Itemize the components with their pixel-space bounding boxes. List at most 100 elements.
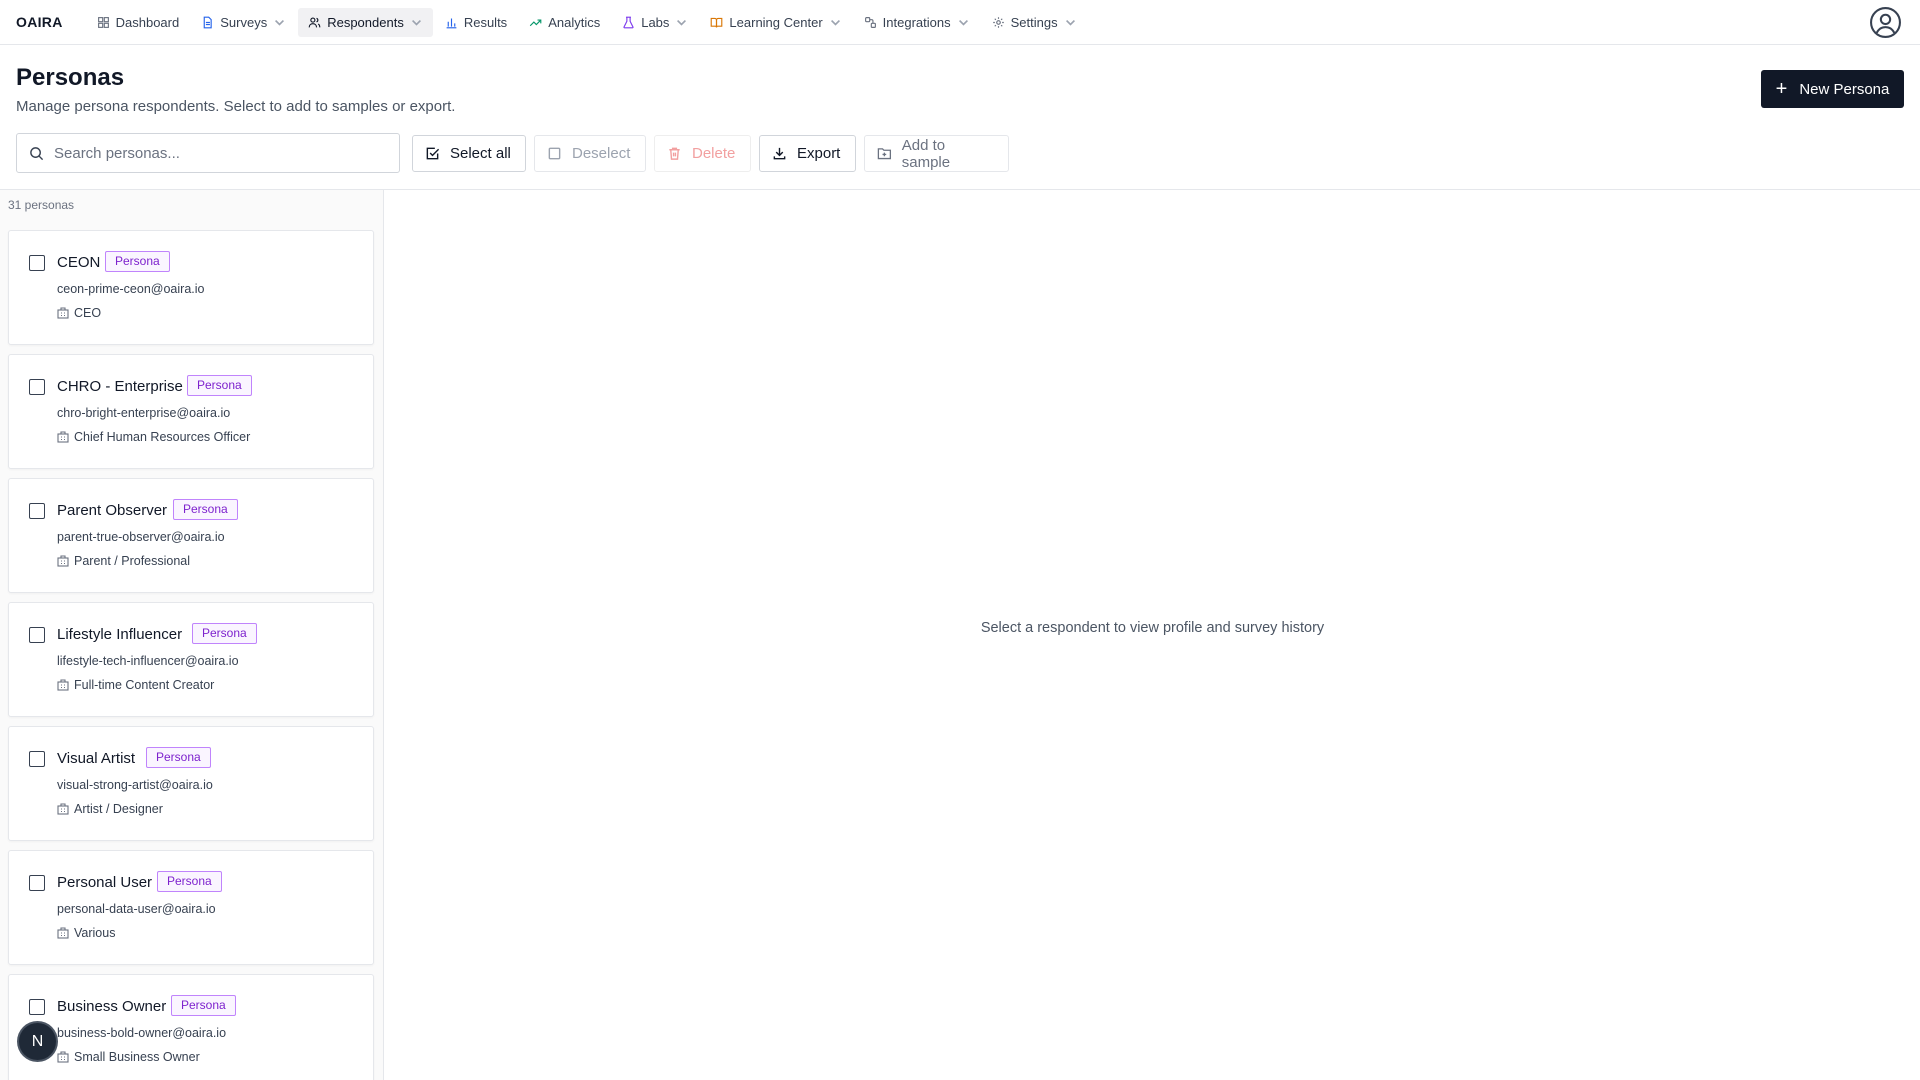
persona-badge: Persona (105, 251, 170, 272)
book-icon (711, 17, 723, 27)
nav-integrations[interactable]: Integrations (854, 8, 980, 37)
users-icon (308, 16, 321, 27)
chevron-down-icon (958, 19, 968, 26)
document-icon (203, 16, 212, 28)
nav-dashboard[interactable]: Dashboard (87, 8, 190, 37)
page-subtitle: Manage persona respondents. Select to ad… (16, 98, 456, 115)
select-all-label: Select all (450, 145, 511, 162)
persona-role-text: Small Business Owner (74, 1050, 200, 1064)
persona-name: Visual Artist (57, 750, 136, 767)
new-persona-button[interactable]: + New Persona (1761, 70, 1904, 108)
persona-card[interactable]: Visual Artist Persona visual-strong-arti… (8, 726, 374, 841)
persona-badge: Persona (173, 499, 238, 520)
persona-badge: Persona (192, 623, 257, 644)
persona-role: CEO (57, 306, 101, 320)
nav-surveys[interactable]: Surveys (191, 8, 296, 37)
gear-icon (992, 16, 1004, 28)
persona-checkbox[interactable] (29, 627, 45, 643)
persona-checkbox[interactable] (29, 875, 45, 891)
building-icon (57, 555, 69, 567)
persona-role: Various (57, 926, 115, 940)
persona-role: Parent / Professional (57, 554, 190, 568)
user-avatar-icon[interactable] (1869, 6, 1902, 39)
chevron-down-icon (830, 19, 840, 26)
persona-checkbox[interactable] (29, 255, 45, 271)
nav-labs-label: Labs (641, 14, 670, 30)
deselect-button[interactable]: Deselect (534, 135, 646, 172)
persona-name: Parent Observer (57, 502, 168, 519)
persona-email: personal-data-user@oaira.io (57, 902, 216, 916)
flask-icon (623, 16, 634, 28)
dashboard-icon (97, 16, 109, 28)
detail-empty-state: Select a respondent to view profile and … (980, 620, 1325, 636)
nav-respondents[interactable]: Respondents (298, 7, 433, 37)
persona-checkbox[interactable] (29, 379, 45, 395)
persona-badge: Persona (157, 871, 222, 892)
search-input[interactable] (54, 144, 374, 162)
persona-card[interactable]: Personal User Persona personal-data-user… (8, 850, 374, 965)
nav-surveys-label: Surveys (220, 14, 268, 30)
persona-checkbox[interactable] (29, 751, 45, 767)
persona-card[interactable]: Parent Observer Persona parent-true-obse… (8, 478, 374, 593)
persona-role-text: CEO (74, 306, 102, 320)
persona-list-panel[interactable]: 31 personas CEON Persona ceon-prime-ceon… (0, 190, 384, 1080)
building-icon (57, 927, 69, 939)
persona-role-text: Full-time Content Creator (74, 678, 215, 692)
nav-menu: Dashboard Surveys Respondents Results An… (87, 7, 1087, 37)
persona-badge: Persona (146, 747, 211, 768)
persona-badge: Persona (171, 995, 236, 1016)
nav-learning-center[interactable]: Learning Center (700, 8, 851, 37)
new-persona-label: New Persona (1799, 80, 1890, 98)
nav-respondents-label: Respondents (327, 14, 404, 30)
persona-card[interactable]: CEON Persona ceon-prime-ceon@oaira.io CE… (8, 230, 374, 345)
nav-results[interactable]: Results (435, 8, 517, 37)
persona-role-text: Parent / Professional (74, 554, 191, 568)
search-icon (30, 146, 44, 160)
persona-role: Full-time Content Creator (57, 678, 214, 692)
select-all-button[interactable]: Select all (412, 135, 526, 172)
persona-name: Personal User (57, 874, 153, 891)
persona-email: parent-true-observer@oaira.io (57, 530, 225, 544)
checkbox-checked-icon (426, 147, 440, 160)
checkbox-empty-icon (548, 147, 561, 160)
nav-analytics[interactable]: Analytics (519, 8, 610, 37)
plus-icon: + (1775, 78, 1788, 100)
trend-icon (530, 18, 542, 26)
chevron-down-icon (411, 19, 421, 26)
chevron-down-icon (677, 19, 687, 26)
page-title: Personas (16, 64, 125, 91)
persona-card[interactable]: CHRO - Enterprise Persona chro-bright-en… (8, 354, 374, 469)
persona-card[interactable]: Business Owner Persona business-bold-own… (8, 974, 374, 1080)
trash-icon (669, 147, 680, 160)
export-button[interactable]: Export (759, 135, 856, 172)
chevron-down-icon (275, 19, 285, 26)
deselect-label: Deselect (572, 145, 631, 162)
nav-settings[interactable]: Settings (982, 8, 1087, 37)
nav-labs[interactable]: Labs (612, 8, 698, 37)
chevron-down-icon (1065, 19, 1075, 26)
persona-email: visual-strong-artist@oaira.io (57, 778, 213, 792)
persona-role-text: Various (74, 926, 116, 940)
building-icon (57, 431, 69, 443)
nav-integrations-label: Integrations (882, 14, 951, 30)
persona-email: business-bold-owner@oaira.io (57, 1026, 227, 1040)
delete-button[interactable]: Delete (654, 135, 751, 172)
nav-results-label: Results (463, 14, 508, 30)
persona-count: 31 personas (8, 198, 75, 212)
building-icon (57, 679, 69, 691)
floating-avatar-button[interactable]: N (19, 1023, 56, 1060)
export-label: Export (797, 145, 841, 162)
persona-card[interactable]: Lifestyle Influencer Persona lifestyle-t… (8, 602, 374, 717)
persona-name: CEON (57, 254, 101, 271)
persona-name: Business Owner (57, 998, 167, 1015)
persona-checkbox[interactable] (29, 503, 45, 519)
brand-logo[interactable]: OAIRA (16, 14, 63, 30)
persona-email: chro-bright-enterprise@oaira.io (57, 406, 231, 420)
download-icon (773, 147, 786, 160)
persona-checkbox[interactable] (29, 999, 45, 1015)
persona-role-text: Chief Human Resources Officer (74, 430, 251, 444)
delete-label: Delete (692, 145, 736, 162)
add-to-sample-button[interactable]: Add to sample (864, 135, 1009, 172)
persona-badge: Persona (187, 375, 252, 396)
persona-name: CHRO - Enterprise (57, 378, 183, 395)
